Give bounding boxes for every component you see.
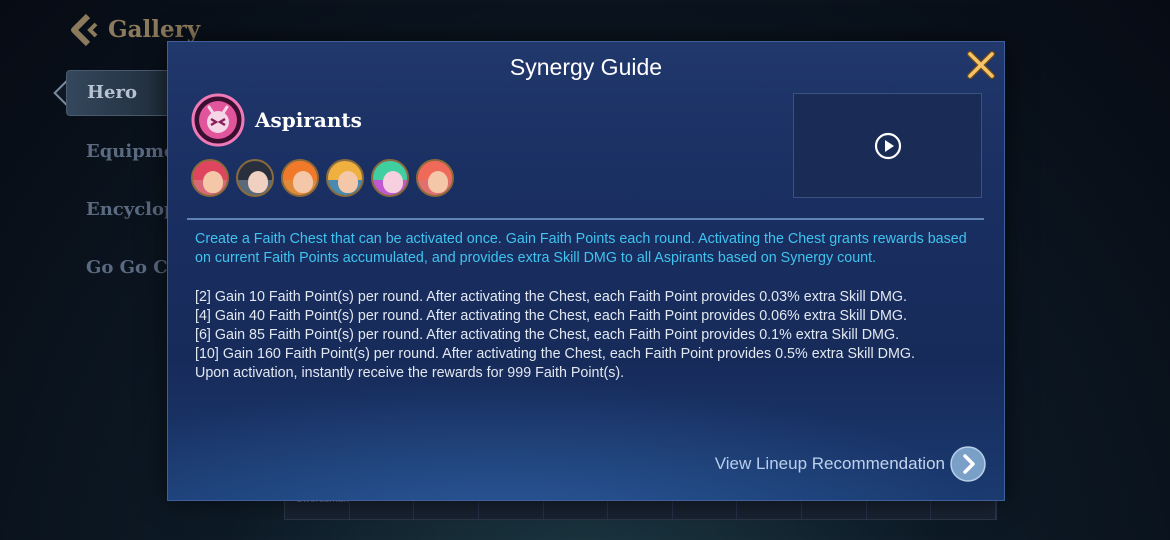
synergy-name: Aspirants	[255, 108, 362, 132]
nav-item-equipment[interactable]: Equipme	[66, 130, 176, 188]
hero-portrait[interactable]	[326, 159, 364, 197]
hero-portrait[interactable]	[416, 159, 454, 197]
synergy-video-preview[interactable]	[793, 93, 982, 198]
nav-item-encyclopedia[interactable]: Encyclop	[66, 188, 177, 246]
gallery-nav: Hero Equipme Encyclop Go Go Ca	[66, 70, 179, 304]
tier-6: [6] Gain 85 Faith Point(s) per round. Af…	[195, 327, 900, 343]
synergy-description: Create a Faith Chest that can be activat…	[195, 231, 967, 266]
back-arrow-icon[interactable]	[66, 12, 102, 48]
divider	[187, 218, 984, 220]
nav-item-go-go-card[interactable]: Go Go Ca	[66, 246, 179, 304]
hero-portrait[interactable]	[371, 159, 409, 197]
play-icon[interactable]	[874, 132, 902, 160]
hero-portrait[interactable]	[281, 159, 319, 197]
tier-4: [4] Gain 40 Faith Point(s) per round. Af…	[195, 308, 908, 324]
synergy-guide-dialog: Synergy Guide Aspirants Create a Faith C…	[167, 41, 1005, 501]
hero-portrait[interactable]	[236, 159, 274, 197]
gallery-title: Gallery	[108, 16, 201, 43]
synergy-tiers: [2] Gain 10 Faith Point(s) per round. Af…	[195, 288, 985, 383]
tier-10: [10] Gain 160 Faith Point(s) per round. …	[195, 346, 915, 362]
tier-2: [2] Gain 10 Faith Point(s) per round. Af…	[195, 289, 908, 305]
view-lineup-link[interactable]: View Lineup Recommendation	[715, 454, 945, 474]
hero-portrait[interactable]	[191, 159, 229, 197]
chevron-right-icon[interactable]	[950, 446, 986, 482]
hero-portraits	[191, 159, 454, 197]
activation-note: Upon activation, instantly receive the r…	[195, 365, 625, 381]
aspirants-emblem-icon	[191, 93, 245, 147]
close-icon[interactable]	[964, 48, 998, 82]
nav-item-hero[interactable]: Hero	[66, 70, 176, 116]
dialog-title: Synergy Guide	[509, 54, 663, 80]
